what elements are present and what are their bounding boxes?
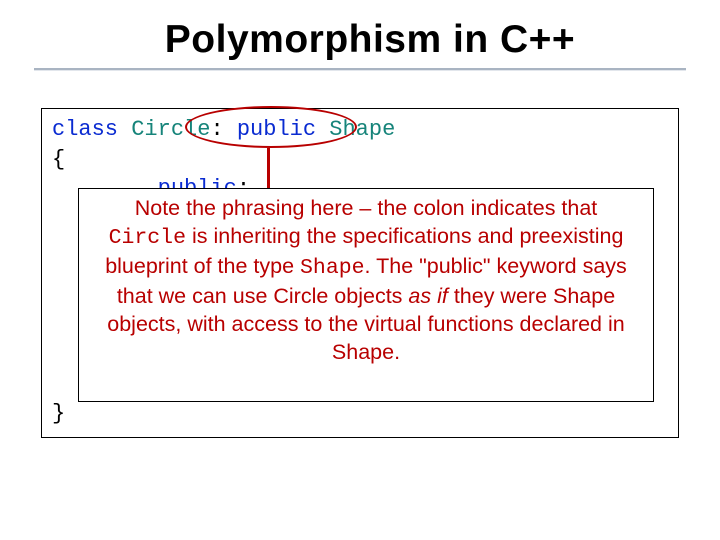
open-brace: { xyxy=(52,147,65,172)
keyword-class: class xyxy=(52,117,118,142)
callout-connector xyxy=(267,148,270,188)
page-title: Polymorphism in C++ xyxy=(0,0,720,66)
note-text-a: Note the phrasing here – the colon indic… xyxy=(135,196,598,220)
note-code-shape: Shape xyxy=(300,256,365,280)
note-code-circle: Circle xyxy=(109,226,186,250)
code-line-2: { xyxy=(52,145,668,175)
explanation-box: Note the phrasing here – the colon indic… xyxy=(78,188,654,402)
note-italic-asif: as if xyxy=(408,284,447,308)
code-line-1: class Circle: public Shape xyxy=(52,115,668,145)
title-underline xyxy=(34,68,686,71)
close-brace: } xyxy=(52,401,65,426)
callout-oval xyxy=(185,106,357,148)
code-line-close: } xyxy=(52,399,65,429)
